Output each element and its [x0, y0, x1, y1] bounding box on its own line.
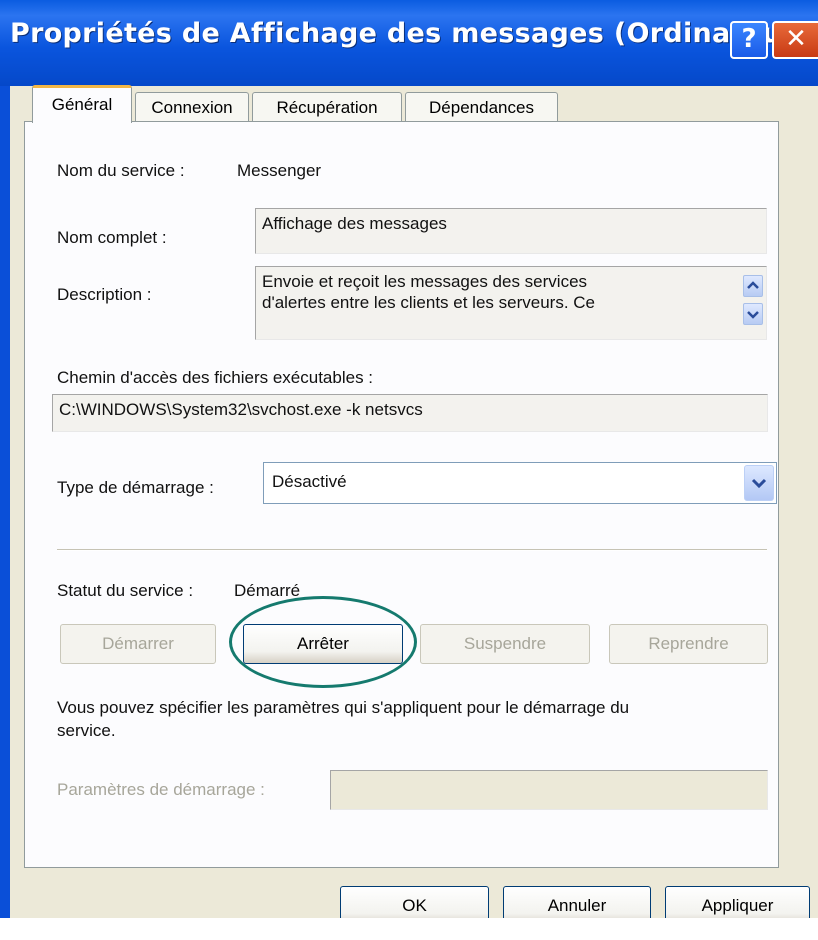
- display-name-label: Nom complet :: [57, 228, 167, 247]
- startup-type-label: Type de démarrage :: [57, 478, 214, 497]
- start-parameters-label: Paramètres de démarrage :: [57, 780, 265, 799]
- title-bar[interactable]: Propriétés de Affichage des messages (Or…: [0, 0, 818, 86]
- separator: [57, 549, 767, 551]
- scroll-down-icon[interactable]: [743, 303, 763, 325]
- start-button[interactable]: Démarrer: [60, 624, 216, 664]
- tab-connexion[interactable]: Connexion: [135, 92, 249, 122]
- display-name-value: Affichage des messages: [262, 214, 447, 233]
- startup-type-value: Désactivé: [272, 472, 347, 491]
- executable-path-label: Chemin d'accès des fichiers exécutables …: [57, 368, 374, 387]
- scroll-up-icon[interactable]: [743, 275, 763, 297]
- window-frame-left: [0, 86, 10, 940]
- startup-type-select[interactable]: Désactivé: [263, 462, 777, 504]
- service-name-label: Nom du service :: [57, 161, 185, 180]
- window-bottom-area: [0, 918, 818, 940]
- service-properties-dialog: Propriétés de Affichage des messages (Or…: [0, 0, 818, 940]
- service-status-label: Statut du service :: [57, 581, 194, 600]
- close-icon[interactable]: ✕: [772, 21, 818, 59]
- help-icon[interactable]: ?: [730, 21, 768, 59]
- description-line-1: Envoie et reçoit les messages des servic…: [262, 272, 588, 291]
- description-line-2: d'alertes entre les clients et les serve…: [262, 293, 596, 312]
- highlight-circle: [229, 596, 417, 688]
- description-label: Description :: [57, 285, 152, 304]
- service-name-value: Messenger: [237, 161, 322, 180]
- resume-button[interactable]: Reprendre: [609, 624, 768, 664]
- hint-text-line-1: Vous pouvez spécifier les paramètres qui…: [57, 698, 630, 717]
- hint-text-line-2: service.: [57, 721, 116, 740]
- pause-button[interactable]: Suspendre: [420, 624, 590, 664]
- executable-path-field[interactable]: C:\WINDOWS\System32\svchost.exe -k netsv…: [52, 394, 768, 432]
- dropdown-arrow-icon[interactable]: [744, 465, 774, 501]
- tab-dependances[interactable]: Dépendances: [405, 92, 558, 122]
- description-field[interactable]: Envoie et reçoit les messages des servic…: [255, 266, 767, 340]
- window-title: Propriétés de Affichage des messages (Or…: [10, 18, 818, 49]
- tab-general[interactable]: Général: [32, 85, 132, 123]
- display-name-field[interactable]: Affichage des messages: [255, 208, 767, 254]
- tab-recuperation[interactable]: Récupération: [252, 92, 402, 122]
- start-parameters-field[interactable]: [330, 770, 768, 810]
- executable-path-value: C:\WINDOWS\System32\svchost.exe -k netsv…: [59, 400, 423, 419]
